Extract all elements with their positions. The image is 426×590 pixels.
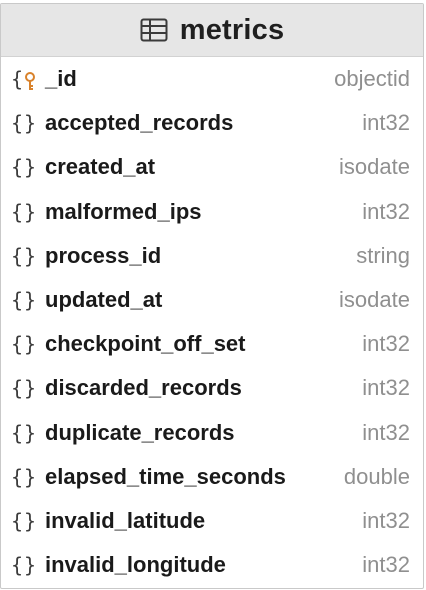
svg-text:{: { [11,155,23,179]
brace-icon: {} [11,199,37,225]
svg-text:{: { [11,332,23,356]
brace-icon: {} [11,464,37,490]
field-name: accepted_records [45,110,234,136]
field-name: created_at [45,154,156,180]
svg-text:{: { [11,111,23,135]
brace-icon: {} [11,420,37,446]
brace-icon: {} [11,508,37,534]
field-type: int32 [362,198,410,224]
svg-text:{: { [11,421,23,445]
svg-text:}: } [24,200,36,224]
brace-icon: {} [11,552,37,578]
field-name: invalid_longitude [45,552,226,578]
field-row[interactable]: {} malformed_ips int32 [1,190,423,234]
field-row[interactable]: {} duplicate_records int32 [1,411,423,455]
field-row[interactable]: {} accepted_records int32 [1,101,423,145]
field-row[interactable]: { _id objectid [1,57,423,101]
field-name: invalid_latitude [45,507,206,533]
field-row[interactable]: {} invalid_longitude int32 [1,543,423,587]
field-type: objectid [334,66,410,92]
svg-text:}: } [24,111,36,135]
table-icon [140,18,168,42]
field-type: int32 [362,419,410,445]
svg-text:{: { [11,67,23,91]
field-name: duplicate_records [45,419,235,445]
field-row[interactable]: {} discarded_records int32 [1,366,423,410]
table-header[interactable]: metrics [1,4,423,57]
field-type: int32 [362,110,410,136]
field-row[interactable]: {} updated_at isodate [1,278,423,322]
svg-text:}: } [24,465,36,489]
svg-text:}: } [24,376,36,400]
field-name: malformed_ips [45,198,202,224]
svg-text:}: } [24,332,36,356]
field-type: int32 [362,375,410,401]
field-name: discarded_records [45,375,242,401]
field-row[interactable]: {} created_at isodate [1,145,423,189]
field-row[interactable]: {} invalid_latitude int32 [1,499,423,543]
field-list: { _id objectid {} accepted_records int32 {} cre… [1,57,423,587]
field-row[interactable]: {} checkpoint_off_set int32 [1,322,423,366]
table-title: metrics [179,13,285,46]
field-type: int32 [362,507,410,533]
table-card[interactable]: metrics {_id objectid{} accepted_records in… [0,3,424,589]
svg-text:}: } [24,553,36,577]
svg-text:{: { [11,465,23,489]
svg-text:{: { [11,200,23,224]
field-name: elapsed_time_seconds [45,463,286,489]
brace-icon: {} [11,154,37,180]
brace-icon: {} [11,287,37,313]
brace-icon: {} [11,375,37,401]
svg-text:}: } [24,155,36,179]
svg-text:{: { [11,376,23,400]
field-name: process_id [45,242,162,268]
field-row[interactable]: {} elapsed_time_seconds double [1,455,423,499]
field-type: int32 [362,331,410,357]
field-type: double [343,463,410,489]
brace-icon: {} [11,110,37,136]
svg-text:}: } [24,288,36,312]
svg-text:{: { [11,288,23,312]
svg-text:{: { [11,509,23,533]
field-type: isodate [339,154,410,180]
field-row[interactable]: {} process_id string [1,234,423,278]
svg-text:}: } [24,421,36,445]
svg-text:}: } [24,244,36,268]
key-brace-icon: { [11,66,37,92]
field-name: checkpoint_off_set [45,331,246,357]
field-name: updated_at [45,287,163,313]
svg-text:{: { [11,244,23,268]
svg-text:{: { [11,553,23,577]
brace-icon: {} [11,243,37,269]
field-type: isodate [339,287,410,313]
field-name: _id [45,66,77,92]
brace-icon: {} [11,331,37,357]
svg-text:}: } [24,509,36,533]
field-type: int32 [362,552,410,578]
field-type: string [356,242,410,268]
